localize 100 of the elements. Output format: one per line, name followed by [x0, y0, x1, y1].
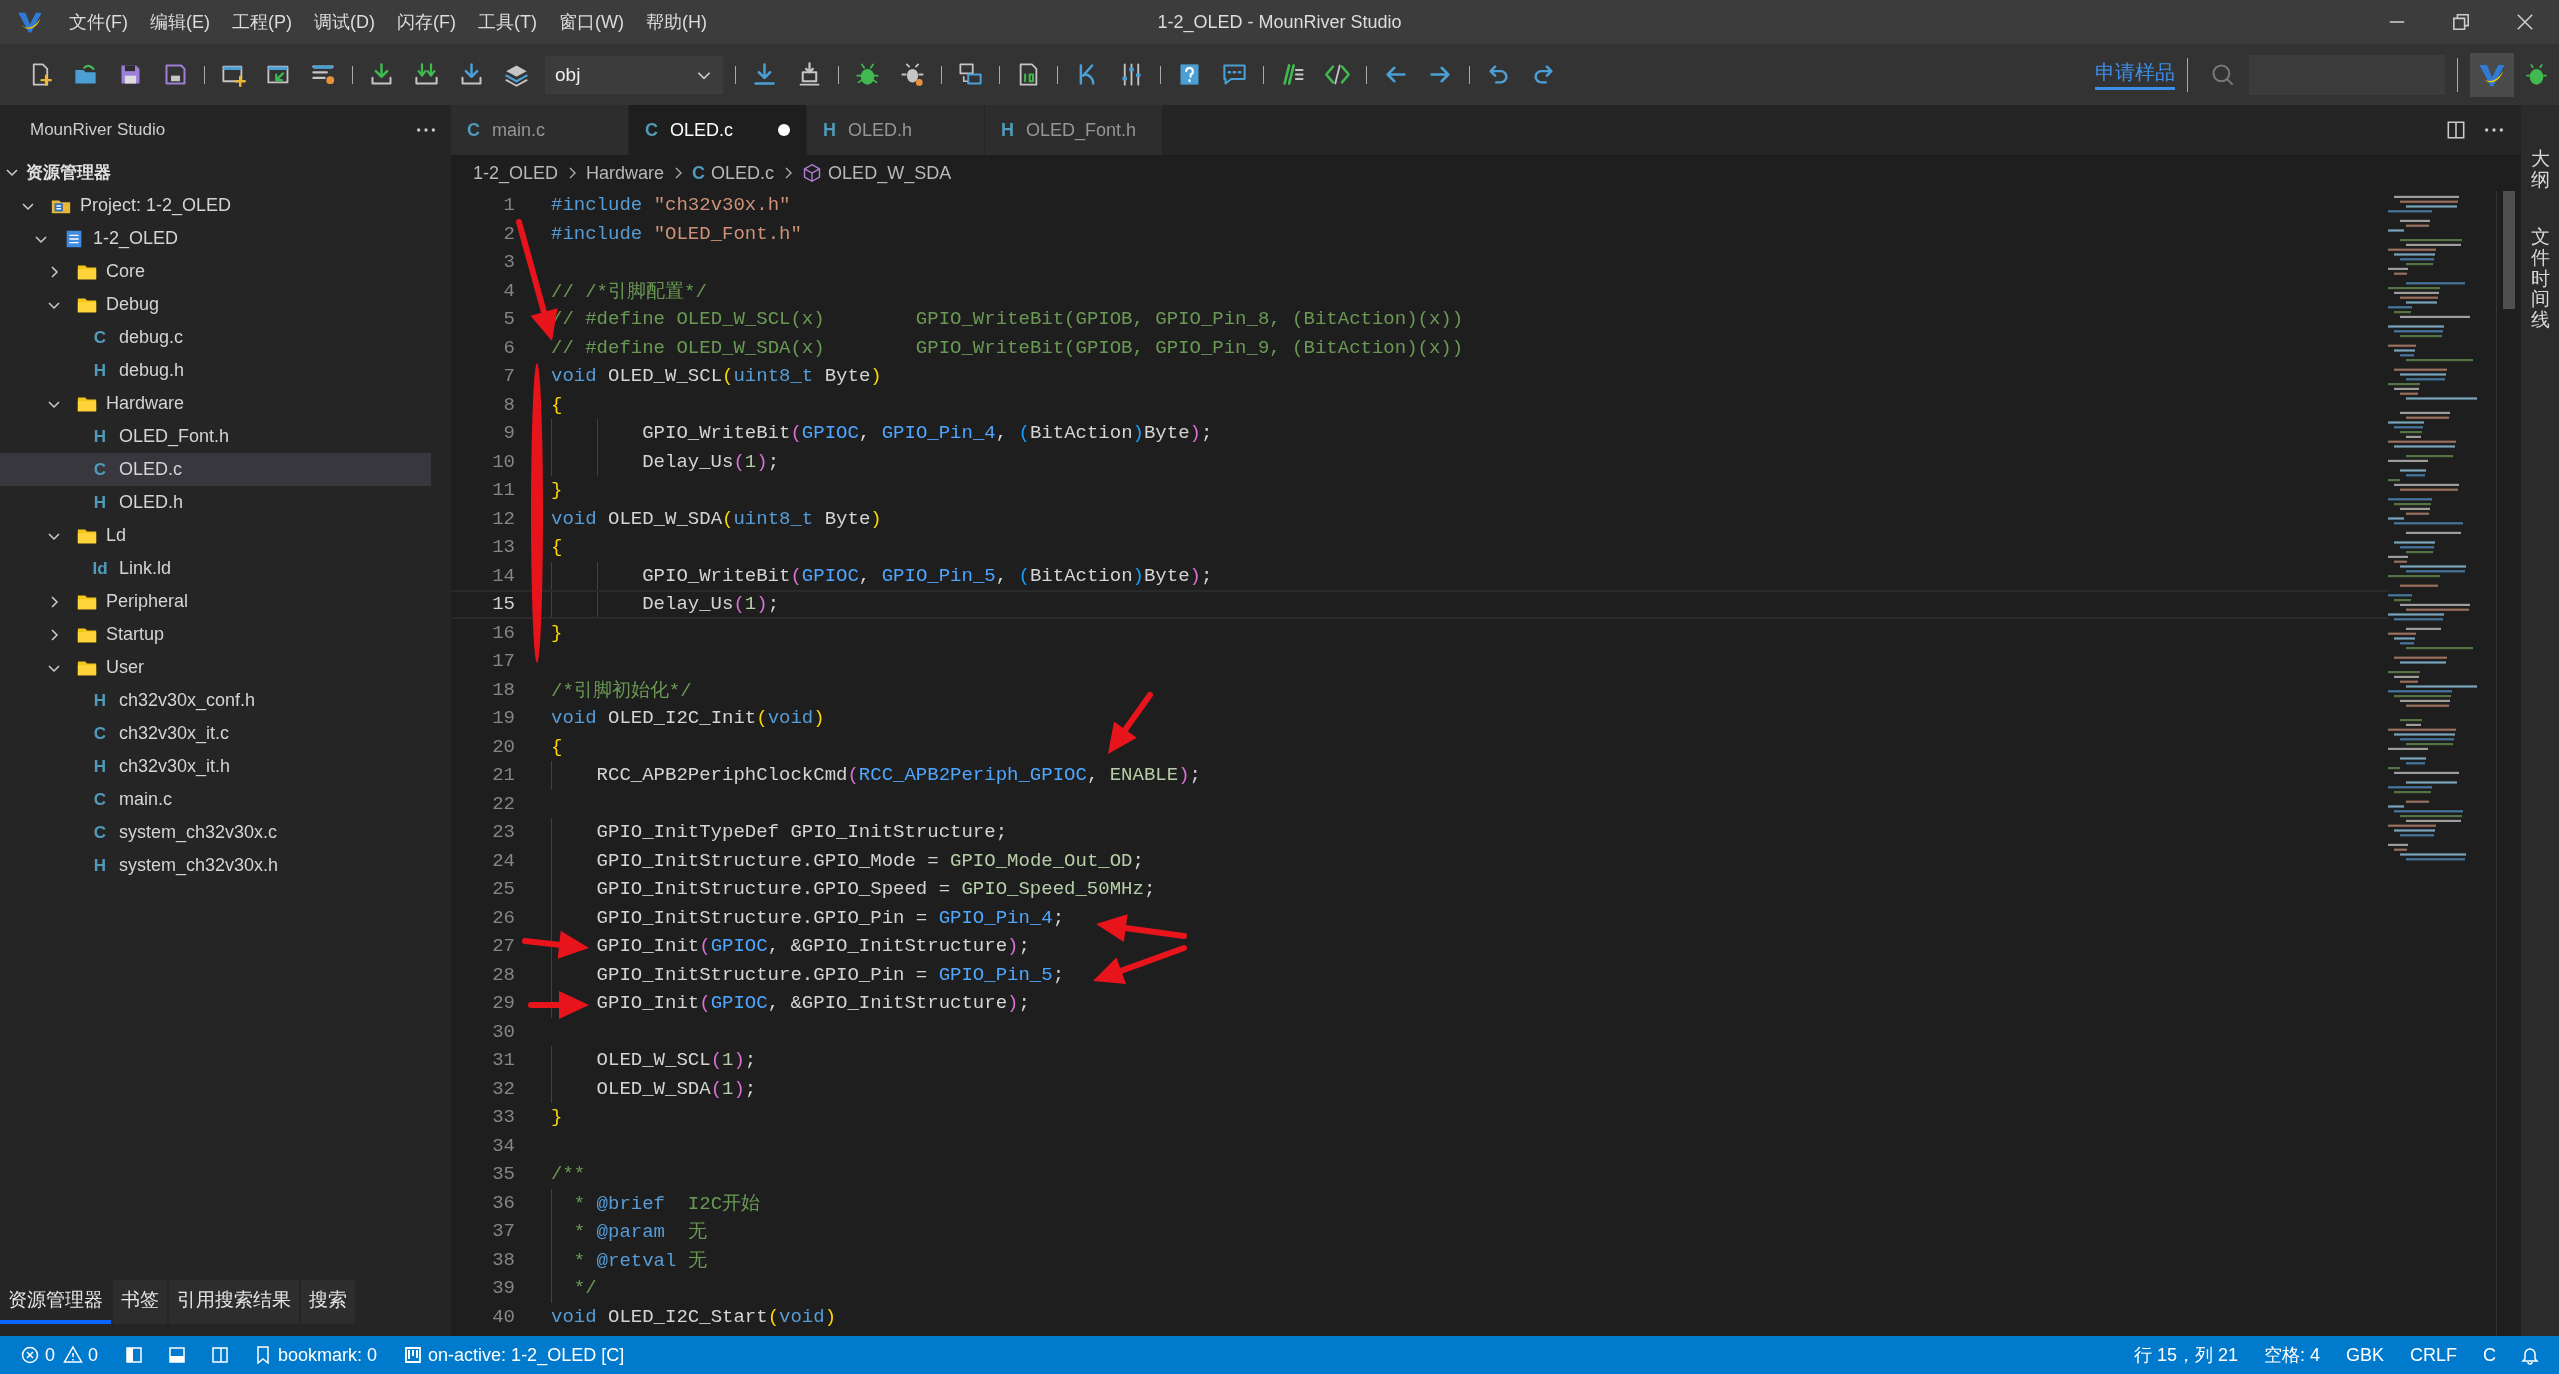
menu-item[interactable]: 调试(D)	[303, 10, 386, 34]
encoding-setting[interactable]: GBK	[2345, 1344, 2384, 1366]
code-line: GPIO_Init(GPIOC, &GPIO_InitStructure);	[596, 992, 1030, 1015]
cursor-position[interactable]: 行 15，列 21	[2133, 1343, 2238, 1367]
tree-label: 1-2_OLED	[93, 228, 179, 249]
bug-settings-icon[interactable]	[899, 61, 926, 88]
tree-item[interactable]: Peripheral	[0, 585, 431, 618]
side-panel-tab[interactable]: 大纲	[2530, 149, 2550, 191]
editor-tab[interactable]: H OLED.h	[807, 105, 985, 155]
line-number: 11	[491, 479, 515, 502]
breadcrumb-item[interactable]: OLED.c	[711, 162, 775, 184]
line-number: 2	[502, 222, 515, 245]
download-tray-icon[interactable]	[458, 61, 485, 88]
editor-tab[interactable]: C OLED.c	[629, 105, 807, 155]
download-icon[interactable]	[368, 61, 395, 88]
monitor-icon[interactable]	[957, 61, 984, 88]
line-number: 23	[491, 821, 515, 844]
tree-item[interactable]: H OLED.h	[0, 486, 431, 519]
menu-item[interactable]: 窗口(W)	[547, 10, 635, 34]
bug-icon[interactable]	[854, 61, 881, 88]
error-count[interactable]: 0	[45, 1344, 55, 1366]
tree-item[interactable]: Id Link.ld	[0, 552, 431, 585]
tree-item[interactable]: User	[0, 651, 431, 684]
editor-tab[interactable]: C main.c	[451, 105, 629, 155]
tree-item[interactable]: Ld	[0, 519, 431, 552]
tree-item[interactable]: C ch32v30x_it.c	[0, 717, 431, 750]
code-line: GPIO_InitStructure.GPIO_Pin = GPIO_Pin_5;	[596, 963, 1065, 986]
chat-icon[interactable]	[1221, 61, 1248, 88]
tree-item[interactable]: C main.c	[0, 783, 431, 816]
tree-item[interactable]: 1-2_OLED	[0, 222, 431, 255]
code-line: GPIO_WriteBit(GPIOC, GPIO_Pin_5, (BitAction)Byte);	[642, 564, 1213, 587]
split-layout-icon[interactable]	[210, 1345, 231, 1365]
warning-count[interactable]: 0	[88, 1344, 99, 1366]
panel-toggle-icon[interactable]	[167, 1345, 188, 1365]
tree-item[interactable]: H system_ch32v30x.h	[0, 849, 431, 882]
panel-tab[interactable]: 搜索	[301, 1280, 355, 1324]
side-panel-tab[interactable]: 文件时间线	[2530, 226, 2550, 332]
breadcrumb-item[interactable]: 1-2_OLED	[473, 162, 559, 184]
bookmark-status[interactable]: bookmark: 0	[278, 1344, 378, 1366]
bug-icon[interactable]	[2523, 61, 2550, 88]
kanban-icon[interactable]	[403, 1345, 424, 1365]
tree-item[interactable]: Hardware	[0, 387, 431, 420]
code-line: // #define OLED_W_SDA(x) GPIO_WriteBit(GPIOB, GPIO_Pin_9, (BitAction)(x))	[551, 336, 1464, 359]
more-icon[interactable]	[415, 126, 437, 134]
line-number: 33	[491, 1106, 515, 1129]
code-line: GPIO_InitTypeDef GPIO_InitStructure;	[596, 821, 1008, 844]
menu-item[interactable]: 文件(F)	[58, 10, 139, 34]
tree-item[interactable]: Project: 1-2_OLED	[0, 189, 431, 222]
breadcrumb-item[interactable]: Hardware	[586, 162, 665, 184]
notification-bell-icon[interactable]	[2520, 1345, 2540, 1365]
config-dropdown[interactable]: obj	[545, 55, 723, 94]
menu-item[interactable]: 工具(T)	[466, 10, 548, 34]
split-editor-icon[interactable]	[2445, 119, 2467, 141]
sample-request-link[interactable]: 申请样品	[2095, 59, 2175, 90]
app-logo-button[interactable]	[2470, 52, 2514, 97]
code-line: /**	[551, 1163, 586, 1186]
panel-tab[interactable]: 书签	[113, 1280, 167, 1324]
code-line: RCC_APB2PeriphClockCmd(RCC_APB2Periph_GPIOC, ENABLE);	[596, 764, 1201, 787]
sidebar-toggle-icon[interactable]	[124, 1345, 145, 1365]
tree-item[interactable]: Core	[0, 255, 431, 288]
editor-tab[interactable]: H OLED_Font.h	[985, 105, 1163, 155]
line-number: 35	[491, 1163, 515, 1186]
tree-item[interactable]: H ch32v30x_conf.h	[0, 684, 431, 717]
section-title[interactable]: 资源管理器	[26, 160, 111, 184]
code-line: */	[573, 1277, 597, 1300]
code-line: {	[551, 735, 563, 758]
more-icon[interactable]	[2483, 126, 2505, 134]
tree-item[interactable]: C debug.c	[0, 321, 431, 354]
file-type-icon: C	[89, 822, 111, 843]
tab-label: OLED.h	[848, 119, 914, 141]
indent-setting[interactable]: 空格: 4	[2263, 1343, 2320, 1367]
tree-item[interactable]: C system_ch32v30x.c	[0, 816, 431, 849]
menu-item[interactable]: 编辑(E)	[139, 10, 221, 34]
line-number: 16	[491, 621, 515, 644]
panel-tab[interactable]: 引用搜索结果	[169, 1280, 299, 1324]
menu-item[interactable]: 工程(P)	[221, 10, 303, 34]
line-number: 34	[491, 1134, 515, 1157]
menu-item[interactable]: 帮助(H)	[634, 10, 718, 34]
menu-item[interactable]: 闪存(F)	[386, 10, 467, 34]
breadcrumb-item[interactable]: OLED_W_SDA	[828, 162, 952, 184]
tree-item[interactable]: Startup	[0, 618, 431, 651]
code-line: * @retval 无	[573, 1248, 707, 1273]
download-line-icon[interactable]	[751, 61, 778, 88]
tree-label: Startup	[106, 624, 165, 645]
error-icon[interactable]	[20, 1345, 40, 1365]
tree-item[interactable]: H ch32v30x_it.h	[0, 750, 431, 783]
download-all-icon[interactable]	[413, 61, 440, 88]
file-type-icon: C	[467, 119, 480, 141]
warning-icon[interactable]	[63, 1345, 83, 1365]
line-ending-setting[interactable]: CRLF	[2410, 1344, 2457, 1366]
language-mode[interactable]: C	[2483, 1344, 2496, 1366]
scrollbar-thumb[interactable]	[2503, 191, 2515, 309]
tree-item[interactable]: C OLED.c	[0, 453, 431, 486]
code-line: OLED_W_SDA(1);	[596, 1077, 757, 1100]
active-target-status[interactable]: on-active: 1-2_OLED [C]	[428, 1344, 625, 1366]
tree-item[interactable]: H OLED_Font.h	[0, 420, 431, 453]
tree-item[interactable]: Debug	[0, 288, 431, 321]
save-all-icon[interactable]	[162, 61, 189, 88]
tree-item[interactable]: H debug.h	[0, 354, 431, 387]
code-line: void OLED_I2C_Start(void)	[551, 1305, 837, 1328]
